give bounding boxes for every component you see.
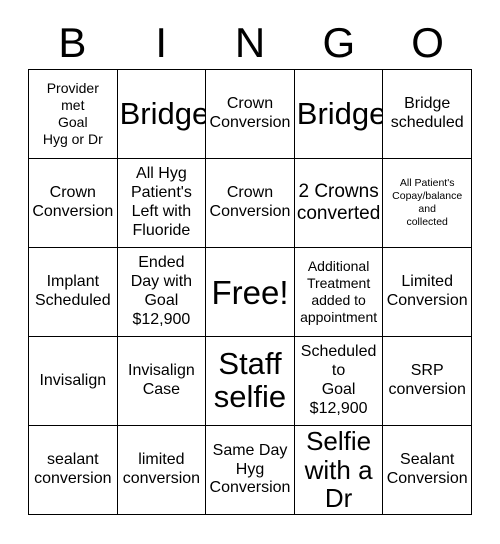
bingo-cell-label: sealant conversion: [34, 451, 112, 487]
header-letter-b: B: [58, 19, 87, 66]
header-letter-o: O: [411, 19, 444, 66]
bingo-cell-n1[interactable]: Crown Conversion: [206, 70, 295, 159]
bingo-cell-g2[interactable]: 2 Crowns converted: [294, 159, 384, 248]
bingo-cell-label: Limited Conversion: [386, 273, 468, 309]
bingo-cell-label: Additional Treatment added to appointmen…: [300, 258, 378, 325]
bingo-cell-o5[interactable]: Sealant Conversion: [383, 426, 472, 515]
bingo-cell-label: All Hyg Patient's Left with Fluoride: [130, 165, 192, 239]
bingo-cell-b3[interactable]: Implant Scheduled: [29, 248, 118, 337]
bingo-card: B I N G O Provider met Goal Hyg or Dr Br…: [0, 0, 500, 544]
bingo-cell-label: Crown Conversion: [209, 95, 291, 131]
bingo-cell-o1[interactable]: Bridge scheduled: [383, 70, 472, 159]
bingo-cell-i4[interactable]: Invisalign Case: [117, 337, 207, 426]
bingo-cell-label: Provider met Goal Hyg or Dr: [42, 80, 103, 147]
bingo-cell-n5[interactable]: Same Day Hyg Conversion: [206, 426, 295, 515]
bingo-cell-b1[interactable]: Provider met Goal Hyg or Dr: [29, 70, 118, 159]
bingo-cell-label: Crown Conversion: [32, 184, 114, 220]
bingo-cell-o4[interactable]: SRP conversion: [383, 337, 472, 426]
bingo-cell-label: Free!: [211, 273, 289, 311]
header-letter-g: G: [322, 19, 356, 66]
bingo-cell-i3[interactable]: Ended Day with Goal $12,900: [117, 248, 207, 337]
bingo-cell-label: Implant Scheduled: [34, 273, 111, 309]
bingo-cell-n4[interactable]: Staff selfie: [206, 337, 295, 426]
bingo-cell-g1[interactable]: Bridge: [294, 70, 384, 159]
bingo-header: B I N G O: [28, 18, 472, 68]
bingo-cell-label: Staff selfie: [213, 346, 287, 414]
bingo-cell-label: Same Day Hyg Conversion: [209, 441, 291, 497]
bingo-cell-b2[interactable]: Crown Conversion: [29, 159, 118, 248]
bingo-cell-label: Invisalign Case: [128, 362, 195, 398]
bingo-cell-label: Crown Conversion: [209, 184, 291, 220]
bingo-cell-i2[interactable]: All Hyg Patient's Left with Fluoride: [117, 159, 207, 248]
bingo-cell-label: Bridge: [119, 95, 207, 131]
bingo-cell-g3[interactable]: Additional Treatment added to appointmen…: [294, 248, 384, 337]
bingo-cell-label: Scheduled to Goal $12,900: [300, 343, 377, 417]
bingo-cell-i5[interactable]: limited conversion: [117, 426, 207, 515]
bingo-grid: Provider met Goal Hyg or Dr Bridge Crown…: [28, 69, 472, 515]
bingo-cell-b4[interactable]: Invisalign: [29, 337, 118, 426]
bingo-cell-g5[interactable]: Selfie with a Dr: [294, 426, 384, 515]
bingo-cell-label: Sealant Conversion: [386, 451, 468, 487]
bingo-cell-o3[interactable]: Limited Conversion: [383, 248, 472, 337]
bingo-cell-o2[interactable]: All Patient's Copay/balance and collecte…: [383, 159, 472, 248]
bingo-cell-label: limited conversion: [122, 451, 201, 487]
bingo-cell-label: Bridge: [296, 95, 384, 131]
bingo-cell-label: Invisalign: [39, 371, 107, 389]
bingo-cell-label: SRP conversion: [388, 362, 466, 398]
bingo-cell-label: 2 Crowns converted: [296, 180, 381, 224]
bingo-cell-n2[interactable]: Crown Conversion: [206, 159, 295, 248]
bingo-cell-free-space[interactable]: Free!: [206, 248, 295, 337]
bingo-cell-b5[interactable]: sealant conversion: [29, 426, 118, 515]
header-letter-n: N: [234, 19, 266, 66]
bingo-cell-label: Selfie with a Dr: [304, 426, 373, 514]
bingo-cell-label: Ended Day with Goal $12,900: [130, 254, 193, 328]
bingo-cell-g4[interactable]: Scheduled to Goal $12,900: [294, 337, 384, 426]
header-letter-i: I: [155, 19, 168, 66]
bingo-cell-label: Bridge scheduled: [390, 95, 464, 131]
bingo-cell-i1[interactable]: Bridge: [117, 70, 207, 159]
bingo-cell-label: All Patient's Copay/balance and collecte…: [392, 177, 463, 228]
